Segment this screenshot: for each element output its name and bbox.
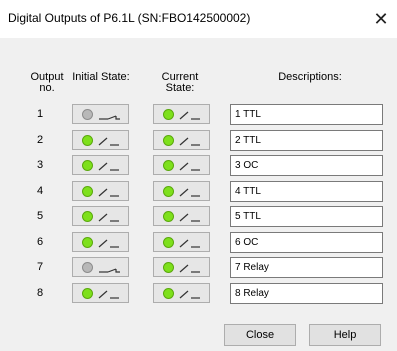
initial-state-button[interactable] <box>72 130 129 150</box>
window-title: Digital Outputs of P6.1L (SN:FBO14250000… <box>8 11 251 25</box>
current-state-button[interactable] <box>153 155 210 175</box>
dialog-window: Digital Outputs of P6.1L (SN:FBO14250000… <box>0 0 397 351</box>
initial-state-button[interactable] <box>72 232 129 252</box>
current-state-button[interactable] <box>153 130 210 150</box>
output-number: 8 <box>36 287 44 299</box>
initial-state-button[interactable] <box>72 206 129 226</box>
led-on-icon <box>163 237 174 248</box>
header-current-state-line2: State: <box>165 82 195 94</box>
current-state-button[interactable] <box>153 206 210 226</box>
led-on-icon <box>163 109 174 120</box>
led-on-icon <box>163 135 174 146</box>
output-number: 3 <box>36 159 44 171</box>
initial-state-button[interactable] <box>72 155 129 175</box>
led-on-icon <box>82 160 93 171</box>
initial-state-button[interactable] <box>72 104 129 124</box>
header-initial-state: Initial State: <box>72 71 130 83</box>
output-number: 6 <box>36 236 44 248</box>
led-off-icon <box>82 109 93 120</box>
header-descriptions: Descriptions: <box>278 71 342 83</box>
header-output-no-line2: no. <box>39 82 55 94</box>
description-field[interactable]: 8 Relay <box>230 283 383 304</box>
led-on-icon <box>82 211 93 222</box>
current-state-button[interactable] <box>153 232 210 252</box>
current-state-button[interactable] <box>153 257 210 277</box>
output-number: 2 <box>36 134 44 146</box>
description-field[interactable]: 6 OC <box>230 232 383 253</box>
description-field[interactable]: 5 TTL <box>230 206 383 227</box>
close-button[interactable]: Close <box>224 324 296 346</box>
led-on-icon <box>163 186 174 197</box>
led-on-icon <box>82 237 93 248</box>
close-icon[interactable]: ✕ <box>365 4 397 34</box>
initial-state-button[interactable] <box>72 257 129 277</box>
led-on-icon <box>82 135 93 146</box>
header-current-state: Current State: <box>155 72 205 94</box>
led-on-icon <box>163 288 174 299</box>
current-state-button[interactable] <box>153 181 210 201</box>
header-output-no: Output no. <box>27 72 67 94</box>
led-on-icon <box>163 211 174 222</box>
title-bar: Digital Outputs of P6.1L (SN:FBO14250000… <box>0 0 397 38</box>
led-on-icon <box>82 288 93 299</box>
initial-state-button[interactable] <box>72 283 129 303</box>
current-state-button[interactable] <box>153 283 210 303</box>
led-off-icon <box>82 262 93 273</box>
description-field[interactable]: 7 Relay <box>230 257 383 278</box>
output-number: 5 <box>36 210 44 222</box>
description-field[interactable]: 3 OC <box>230 155 383 176</box>
description-field[interactable]: 1 TTL <box>230 104 383 125</box>
led-on-icon <box>82 186 93 197</box>
description-field[interactable]: 4 TTL <box>230 181 383 202</box>
led-on-icon <box>163 160 174 171</box>
led-on-icon <box>163 262 174 273</box>
output-number: 7 <box>36 261 44 273</box>
output-number: 4 <box>36 185 44 197</box>
help-button[interactable]: Help <box>309 324 381 346</box>
description-field[interactable]: 2 TTL <box>230 130 383 151</box>
current-state-button[interactable] <box>153 104 210 124</box>
output-number: 1 <box>36 108 44 120</box>
initial-state-button[interactable] <box>72 181 129 201</box>
